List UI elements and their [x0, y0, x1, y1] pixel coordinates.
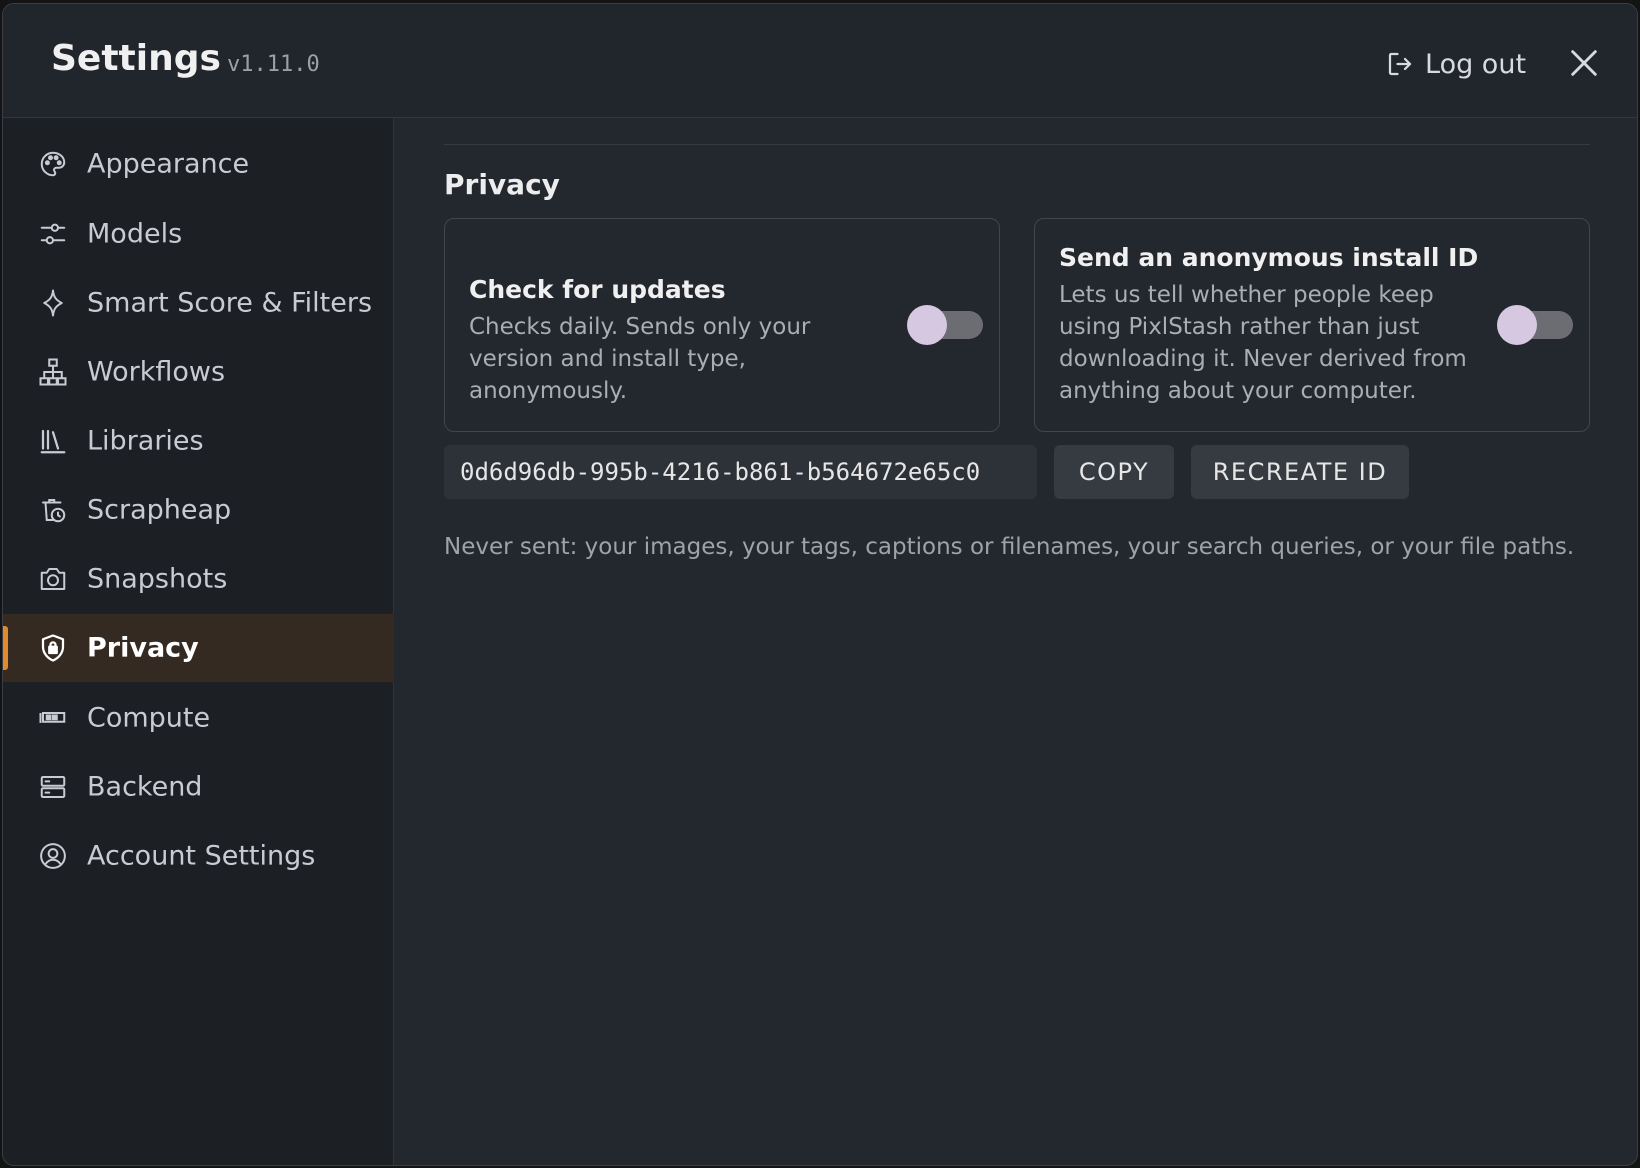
install-id-card-title: Send an anonymous install ID — [1059, 243, 1479, 272]
sidebar-item-label: Backend — [87, 771, 203, 803]
sidebar-item-label: Snapshots — [87, 563, 228, 595]
chip-icon — [38, 703, 68, 733]
sidebar-item-libraries[interactable]: Libraries — [3, 407, 394, 475]
privacy-note: Never sent: your images, your tags, capt… — [444, 534, 1575, 560]
sidebar-item-label: Libraries — [87, 425, 204, 457]
bin-clock-icon — [38, 495, 68, 525]
logout-icon — [1385, 49, 1415, 79]
camera-icon — [38, 564, 68, 594]
settings-sidebar: Appearance Models Smart Score & Filters — [3, 118, 394, 1165]
sidebar-item-label: Models — [87, 218, 183, 250]
logout-label: Log out — [1425, 48, 1527, 80]
sidebar-item-label: Appearance — [87, 148, 250, 180]
sidebar-item-workflows[interactable]: Workflows — [3, 338, 394, 406]
sidebar-item-label: Workflows — [87, 356, 226, 388]
sidebar-item-label: Scrapheap — [87, 494, 232, 526]
dialog-title: Settings — [51, 38, 221, 79]
sitemap-icon — [38, 357, 68, 387]
toggle-knob — [1497, 305, 1537, 345]
sidebar-item-account-settings[interactable]: Account Settings — [3, 822, 394, 890]
sidebar-item-backend[interactable]: Backend — [3, 753, 394, 821]
sidebar-item-snapshots[interactable]: Snapshots — [3, 545, 394, 613]
sidebar-item-appearance[interactable]: Appearance — [3, 130, 394, 198]
sidebar-item-smart-score[interactable]: Smart Score & Filters — [3, 269, 394, 337]
server-icon — [38, 772, 68, 802]
user-circle-icon — [38, 841, 68, 871]
sidebar-item-label: Account Settings — [87, 840, 316, 872]
recreate-id-button[interactable]: RECREATE ID — [1191, 445, 1409, 499]
install-id-card: Send an anonymous install ID Lets us tel… — [1034, 218, 1590, 432]
copy-button[interactable]: COPY — [1054, 445, 1174, 499]
install-id-card-description: Lets us tell whether people keep using P… — [1059, 282, 1467, 404]
install-id-field[interactable]: 0d6d96db-995b-4216-b861-b564672e65c0 — [444, 445, 1037, 499]
sidebar-item-privacy[interactable]: Privacy — [3, 614, 394, 682]
close-icon[interactable] — [1567, 46, 1601, 80]
toggle-knob — [907, 305, 947, 345]
updates-toggle[interactable] — [907, 305, 983, 345]
shield-lock-icon — [38, 633, 68, 663]
sidebar-item-label: Smart Score & Filters — [87, 287, 373, 319]
sliders-icon — [38, 219, 68, 249]
sidebar-item-compute[interactable]: Compute — [3, 684, 394, 752]
install-id-toggle[interactable] — [1497, 305, 1573, 345]
updates-card-title: Check for updates — [469, 275, 726, 304]
sidebar-item-label: Privacy — [87, 632, 199, 664]
settings-content: Privacy Check for updates Checks daily. … — [394, 118, 1637, 1165]
section-divider — [444, 144, 1590, 145]
updates-card: Check for updates Checks daily. Sends on… — [444, 218, 1000, 432]
sidebar-item-label: Compute — [87, 702, 211, 734]
sidebar-item-scrapheap[interactable]: Scrapheap — [3, 476, 394, 544]
dialog-header: Settings v1.11.0 Log out — [3, 4, 1637, 118]
updates-card-description: Checks daily. Sends only your version an… — [469, 314, 811, 404]
library-icon — [38, 426, 68, 456]
logout-button[interactable]: Log out — [1385, 44, 1526, 84]
sidebar-item-models[interactable]: Models — [3, 200, 394, 268]
sparkle-icon — [38, 288, 68, 318]
version-label: v1.11.0 — [227, 52, 320, 77]
settings-dialog: Settings v1.11.0 Log out Appearance Mode… — [2, 3, 1638, 1166]
palette-icon — [38, 149, 68, 179]
section-title: Privacy — [444, 168, 560, 201]
